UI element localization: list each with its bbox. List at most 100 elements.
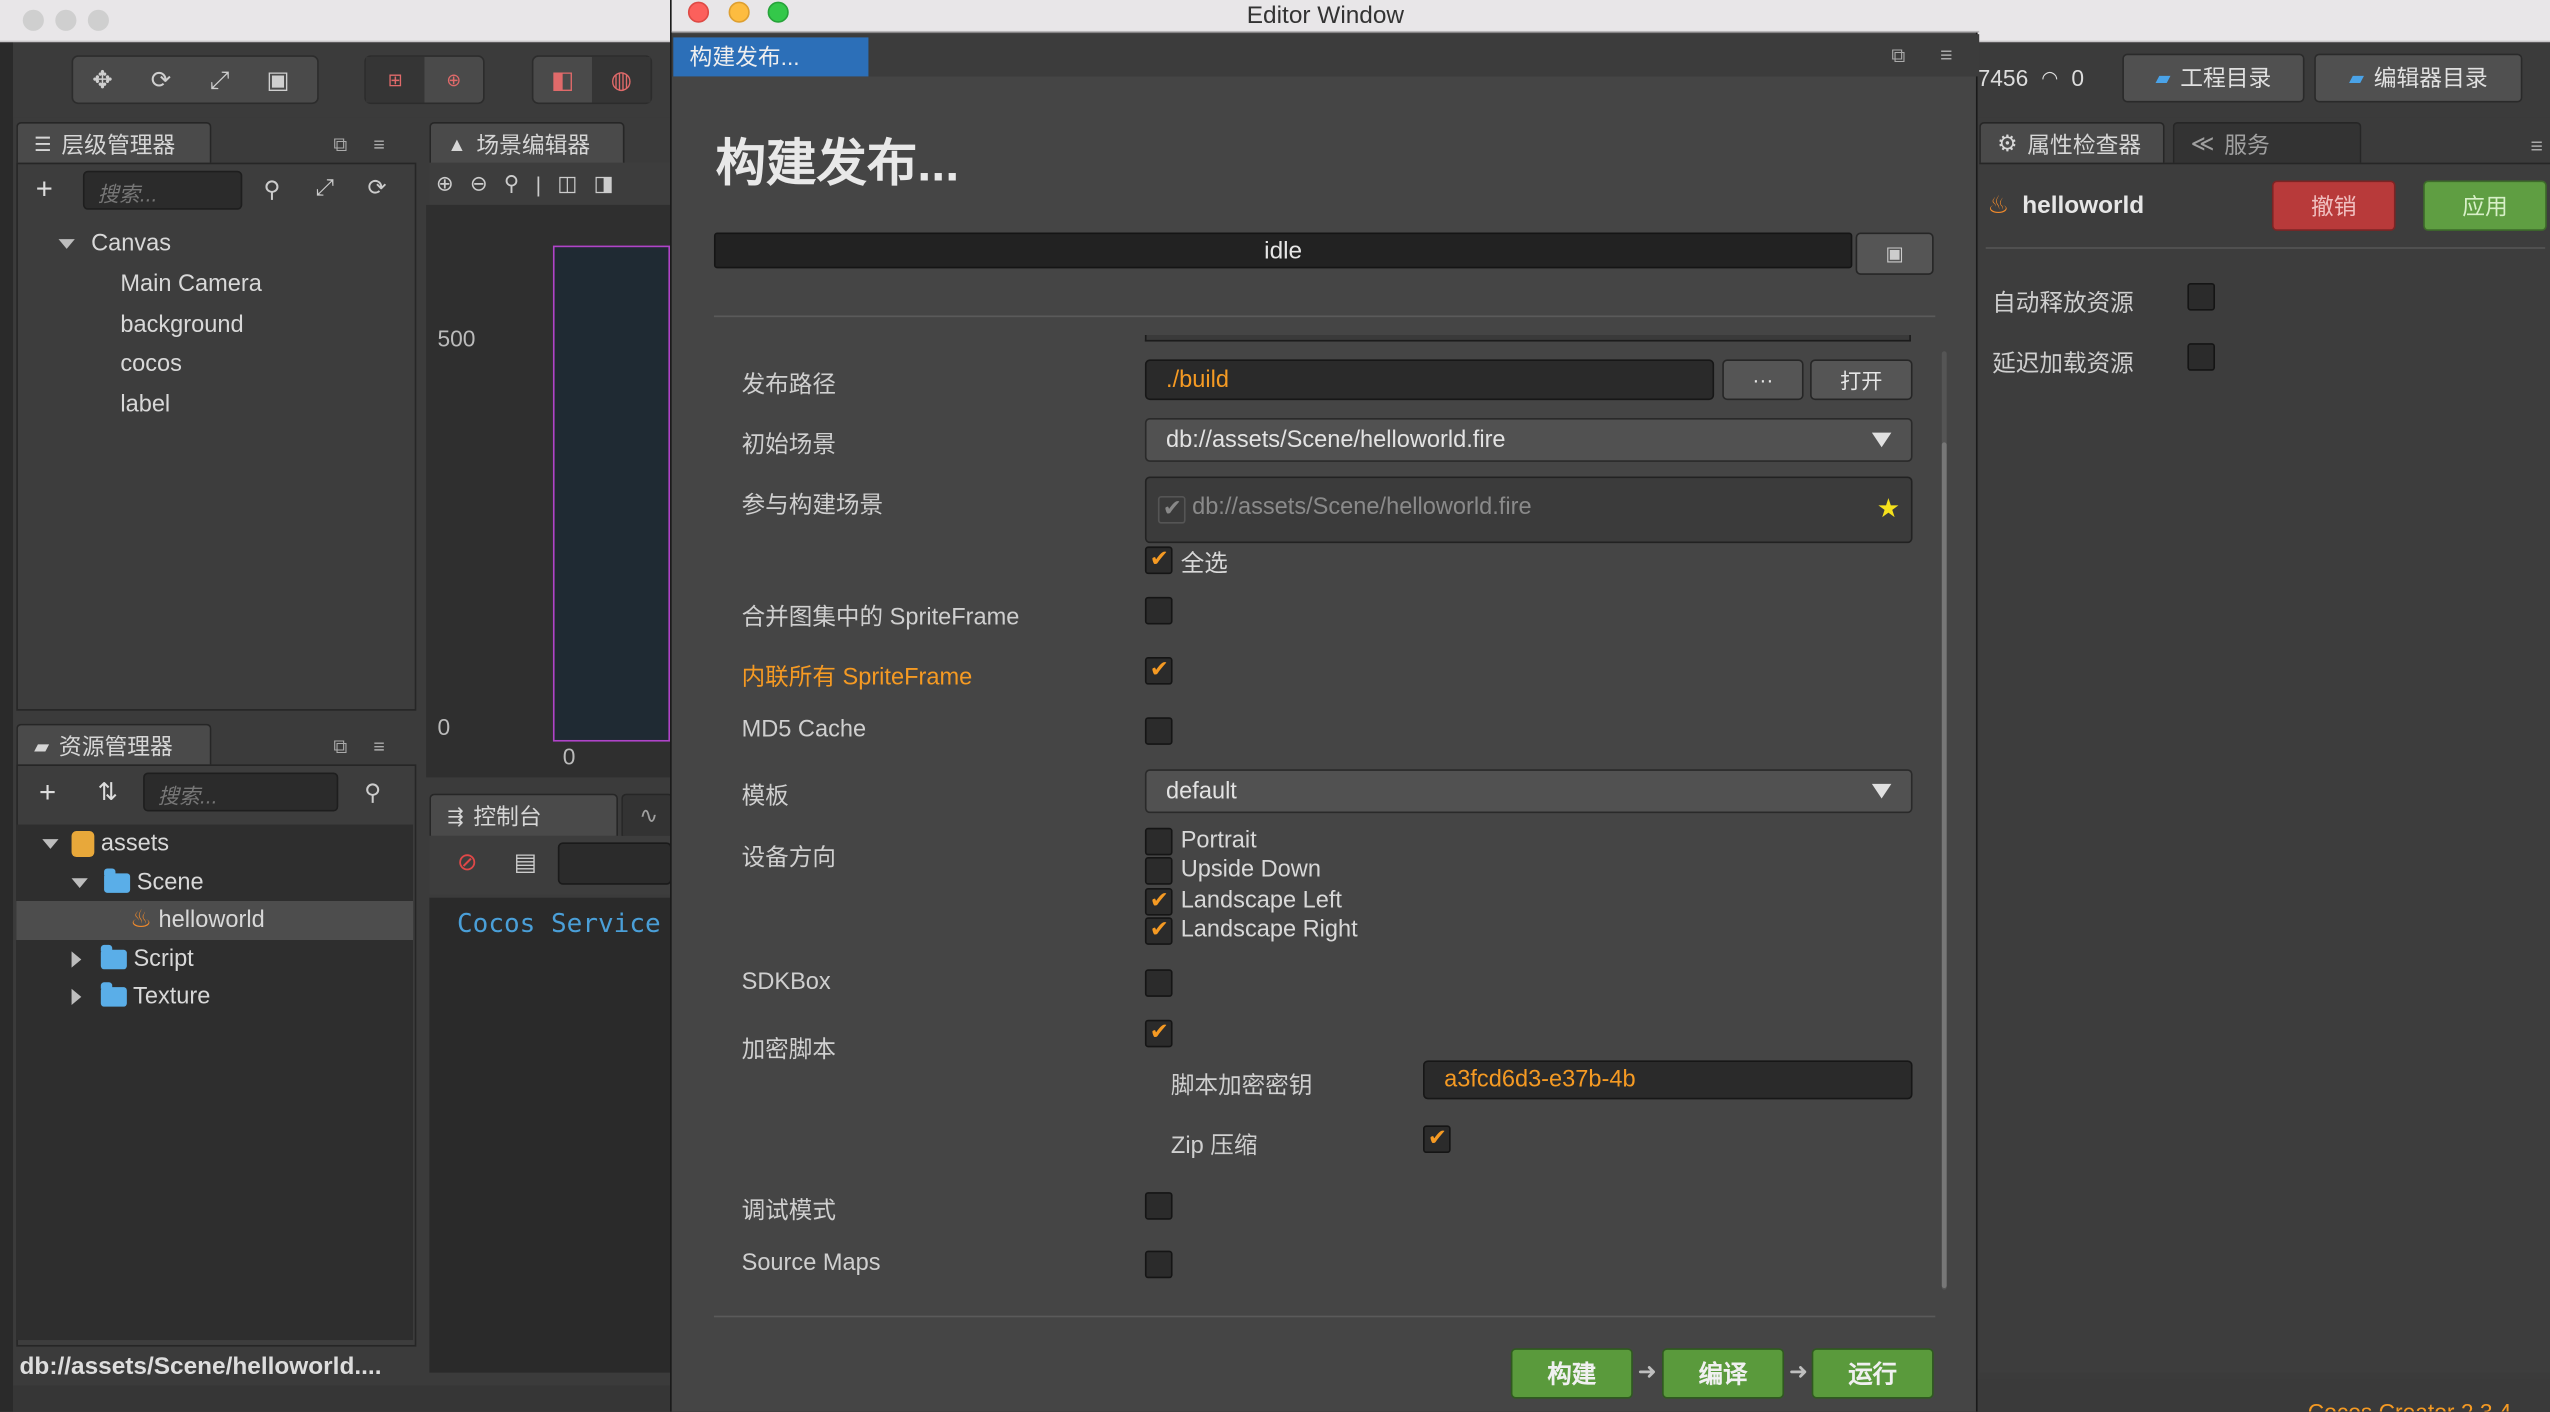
bg-close-button[interactable] [22,9,44,31]
tree-node[interactable]: background [120,306,243,345]
revert-button[interactable]: 撤销 [2271,180,2396,231]
project-dir-button[interactable]: ▰ 工程目录 [2122,53,2305,103]
popout-icon[interactable]: ⧉ [1891,44,1905,68]
auto-release-checkbox[interactable] [2187,282,2216,311]
zoom-in-icon[interactable]: ⊕ [436,171,454,197]
menu-icon[interactable]: ≡ [373,735,384,759]
build-path-input[interactable]: ./build [1144,359,1715,401]
zoom-reset-icon[interactable]: ⚲ [504,171,520,197]
search-icon[interactable]: ⚲ [263,176,280,204]
bg-zoom-button[interactable] [87,9,109,31]
md5-cache-checkbox[interactable] [1144,717,1173,745]
expand-icon[interactable]: ⤢ [316,174,334,202]
orientation-upside-down-checkbox[interactable] [1144,857,1173,885]
tab-inspector[interactable]: ⚙ 属性检查器 [1979,121,2165,165]
encrypt-key-input[interactable]: a3fcd6d3-e37b-4b [1423,1060,1913,1100]
tab-animation[interactable]: ∿ [621,793,674,836]
source-maps-checkbox[interactable] [1144,1250,1173,1279]
orientation-landscape-right-checkbox[interactable] [1144,916,1173,945]
template-select[interactable]: default [1144,769,1913,814]
encrypt-script-checkbox[interactable] [1144,1018,1173,1048]
clear-icon[interactable]: ⊘ [457,847,477,877]
distribute-icon[interactable]: ◨ [594,171,614,197]
align-icon[interactable]: ◫ [557,171,577,197]
close-button[interactable] [687,1,710,23]
log-file-icon[interactable]: ▤ [514,847,537,877]
open-log-button[interactable]: ▣ [1855,232,1934,275]
orientation-portrait-checkbox[interactable] [1144,827,1173,856]
sort-icon[interactable]: ⇅ [98,777,118,807]
fire-scene-icon: ♨ [1987,191,2010,220]
star-icon[interactable]: ★ [1877,493,1900,526]
inline-spriteframe-checkbox[interactable] [1144,655,1173,685]
debug-mode-checkbox[interactable] [1144,1192,1173,1220]
rotate-tool-icon[interactable]: ⟳ [132,57,191,103]
editor-dir-button[interactable]: ▰ 编辑器目录 [2314,53,2523,103]
select-all-checkbox[interactable] [1144,545,1173,575]
open-folder-button[interactable]: 打开 [1810,359,1913,401]
tab-build[interactable]: 构建发布... [673,37,869,77]
menu-icon[interactable]: ≡ [1940,42,1952,66]
encrypt-key-label: 脚本加密密钥 [1170,1073,1313,1100]
hierarchy-title: 层级管理器 [61,130,176,157]
move-tool-icon[interactable]: ✥ [73,57,132,103]
compile-button[interactable]: 编译 [1662,1348,1785,1399]
add-node-icon[interactable]: + [36,172,53,206]
preview-device-icon[interactable]: ◧ [533,57,592,103]
asset-file-helloworld[interactable]: ♨ helloworld [130,901,265,940]
minimize-button[interactable] [728,1,750,23]
rect-tool-icon[interactable]: ▣ [249,57,308,103]
tree-node[interactable]: cocos [120,345,182,384]
build-button[interactable]: 构建 [1510,1348,1633,1399]
refresh-icon[interactable]: ⟳ [368,174,387,202]
orientation-landscape-left-checkbox[interactable] [1144,886,1173,916]
caret-down-icon[interactable] [58,239,75,250]
start-scene-value: db://assets/Scene/helloworld.fire [1166,426,1506,453]
zoom-out-icon[interactable]: ⊖ [470,171,488,197]
zip-compress-checkbox[interactable] [1423,1124,1451,1154]
search-icon[interactable]: ⚲ [364,779,381,807]
browse-button[interactable]: ··· [1722,359,1804,401]
run-button[interactable]: 运行 [1811,1348,1934,1399]
caret-right-icon[interactable] [71,951,82,968]
merge-spriteframe-checkbox[interactable] [1144,596,1173,625]
asset-folder-script[interactable]: Script [71,940,194,979]
tab-assets[interactable]: ▰ 资源管理器 [16,723,212,766]
asset-folder-assets[interactable]: assets [42,825,169,864]
scrollbar-thumb[interactable] [1941,442,1947,1289]
scene-icon: ▲ [447,132,467,156]
asset-folder-scene[interactable]: Scene [71,864,204,903]
asset-folder-texture[interactable]: Texture [71,977,211,1016]
lazy-load-checkbox[interactable] [2187,343,2216,371]
pivot-local-icon[interactable]: ⊞ [365,56,425,103]
popout-icon[interactable]: ⧉ [333,735,347,759]
inspector-asset-name: helloworld [2022,191,2145,219]
add-asset-icon[interactable]: + [39,776,56,810]
apply-button[interactable]: 应用 [2423,180,2547,231]
caret-down-icon[interactable] [71,878,88,889]
scale-tool-icon[interactable]: ⤢ [190,57,249,103]
source-maps-label: Source Maps [741,1250,881,1277]
caret-down-icon[interactable] [42,839,59,850]
menu-icon[interactable]: ≡ [373,133,384,157]
tree-node[interactable]: Main Camera [120,265,262,304]
tree-node-canvas[interactable]: Canvas [58,224,171,263]
assets-search-input[interactable]: 搜索... [143,772,339,812]
caret-right-icon[interactable] [71,989,82,1006]
popout-icon[interactable]: ⧉ [333,133,347,157]
preview-browser-icon[interactable]: ◍ [591,56,651,103]
tab-service[interactable]: ≪ 服务 [2172,121,2362,165]
tree-node[interactable]: label [120,385,170,424]
zoom-button[interactable] [767,1,789,23]
bg-minimize-button[interactable] [55,9,77,31]
console-filter-input[interactable] [557,842,672,885]
tab-hierarchy[interactable]: ☰ 层级管理器 [16,121,212,165]
pivot-tools: ⊞ ⊕ [364,55,485,105]
sdkbox-checkbox[interactable] [1144,969,1173,997]
hierarchy-search-input[interactable]: 搜索... [82,170,243,210]
tab-scene-editor[interactable]: ▲ 场景编辑器 [429,121,625,165]
pivot-center-icon[interactable]: ⊕ [424,57,483,103]
tab-console[interactable]: ⇶ 控制台 [429,793,618,836]
menu-icon[interactable]: ≡ [2531,133,2543,157]
start-scene-select[interactable]: db://assets/Scene/helloworld.fire [1144,417,1913,462]
